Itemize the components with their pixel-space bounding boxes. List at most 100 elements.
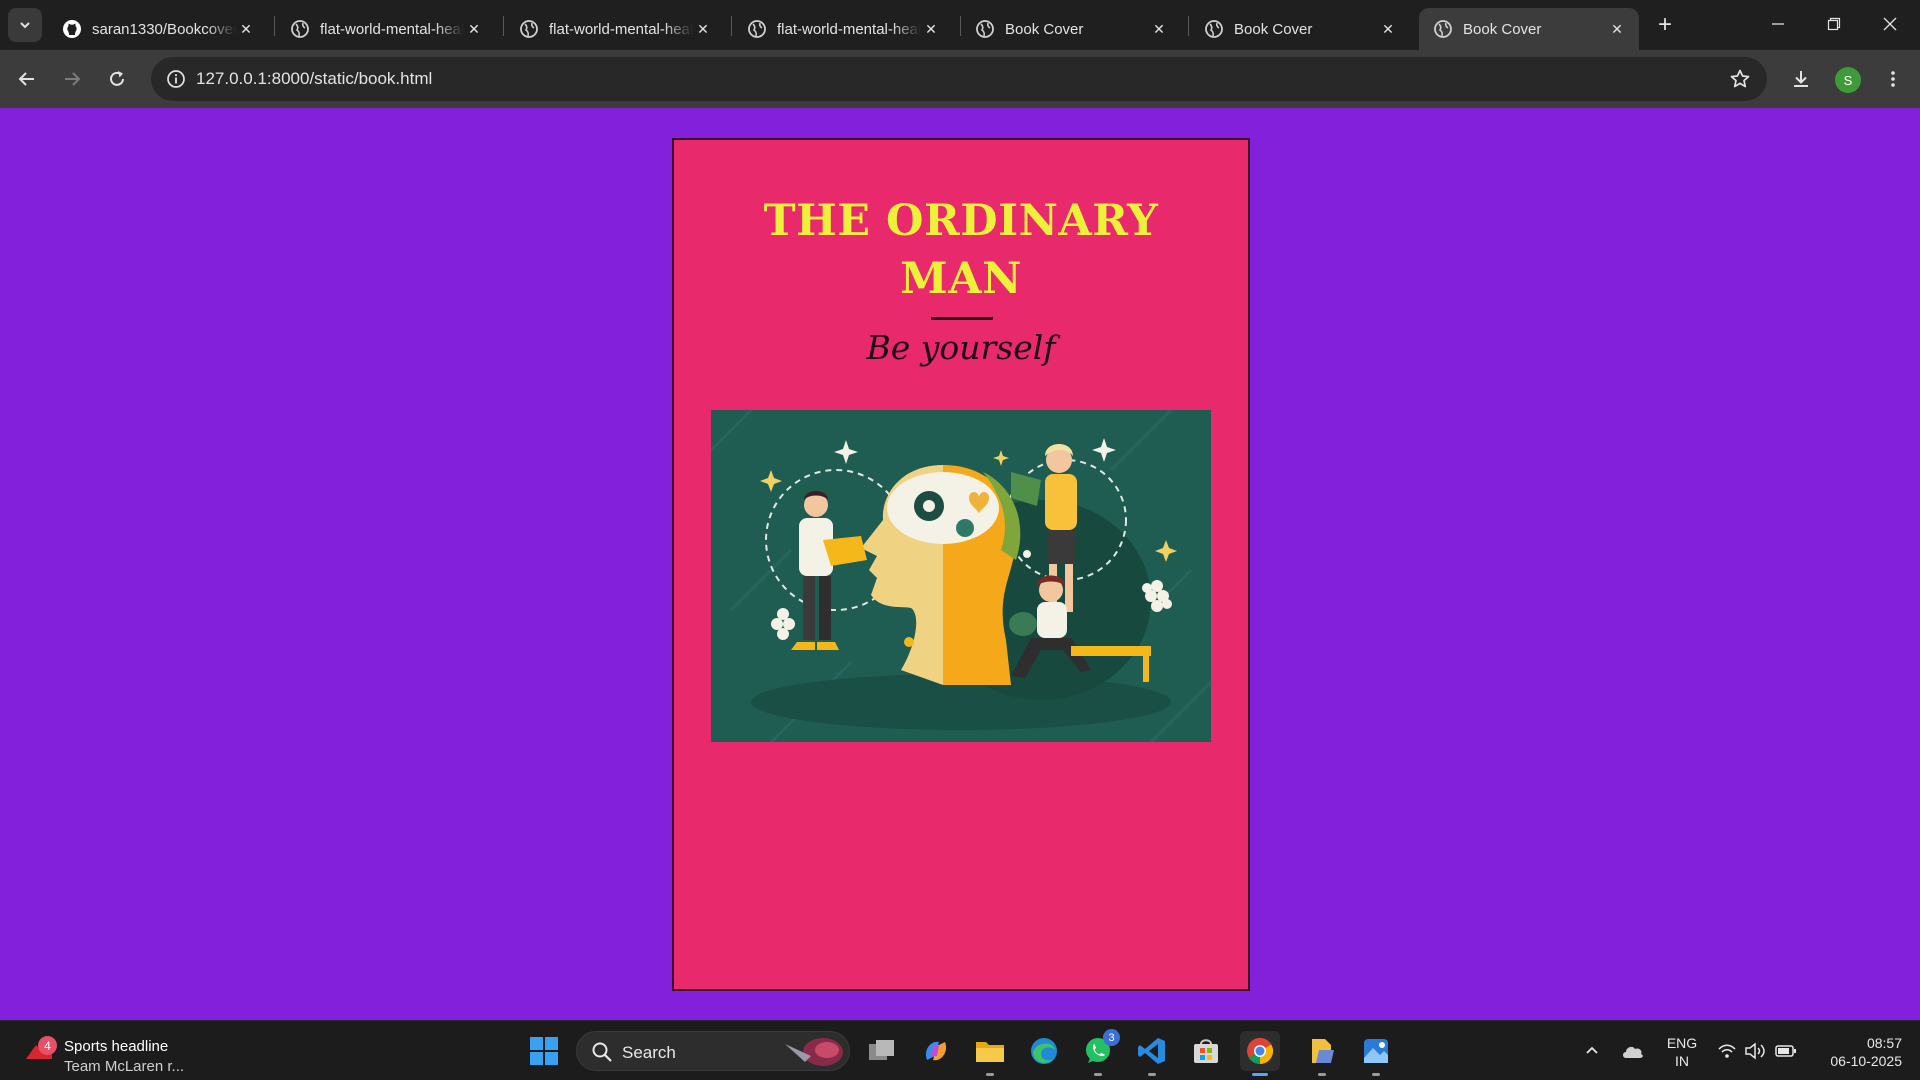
show-hidden-icons-button[interactable]	[1578, 1033, 1606, 1069]
forward-arrow-icon	[65, 72, 81, 86]
cloud-icon	[1623, 1046, 1643, 1058]
battery-status[interactable]	[1772, 1033, 1800, 1069]
volume-control[interactable]	[1742, 1033, 1768, 1069]
reload-button[interactable]	[100, 62, 134, 96]
browser-tab[interactable]: flat-world-mental-health ✕	[276, 8, 496, 50]
close-icon[interactable]: ✕	[693, 19, 713, 39]
globe-icon	[519, 19, 539, 39]
running-indicator	[1148, 1073, 1156, 1076]
tab-divider	[274, 16, 275, 36]
browser-menu-button[interactable]	[1876, 62, 1910, 96]
running-indicator	[986, 1073, 994, 1076]
site-info-icon[interactable]	[161, 64, 191, 94]
region-code: IN	[1675, 1053, 1689, 1069]
copilot-button[interactable]	[916, 1031, 956, 1071]
edge-button[interactable]	[1024, 1031, 1064, 1071]
network-status[interactable]	[1714, 1033, 1740, 1069]
close-icon[interactable]: ✕	[1607, 19, 1627, 39]
url-text[interactable]: 127.0.0.1:8000/static/book.html	[196, 69, 432, 89]
search-label: Search	[622, 1043, 676, 1062]
tab-title: Book Cover	[1234, 20, 1313, 38]
globe-icon	[747, 19, 767, 39]
close-icon	[1883, 17, 1897, 31]
copilot-icon	[925, 1041, 947, 1061]
start-button[interactable]	[524, 1031, 564, 1071]
close-icon[interactable]: ✕	[1378, 19, 1398, 39]
book-subtitle: Be yourself	[866, 328, 1056, 367]
tab-title: flat-world-mental-health	[320, 20, 464, 38]
search-highlight-icon	[785, 1038, 843, 1066]
vscode-icon	[1138, 1038, 1165, 1064]
taskbar: 4 Sports headline Team McLaren r... Sear…	[0, 1020, 1920, 1080]
close-icon[interactable]: ✕	[236, 19, 256, 39]
browser-tab[interactable]: Book Cover ✕	[961, 8, 1181, 50]
browser-tab-active[interactable]: Book Cover ✕	[1419, 8, 1639, 50]
news-widget[interactable]: 4 Sports headline Team McLaren r...	[22, 1029, 222, 1075]
title-divider	[931, 317, 993, 320]
whatsapp-button[interactable]: 3	[1078, 1029, 1120, 1076]
globe-icon	[1204, 19, 1224, 39]
tab-title: Book Cover	[1463, 20, 1542, 38]
notes-app-button[interactable]	[1302, 1031, 1342, 1076]
reload-icon	[110, 71, 124, 86]
download-icon	[1794, 71, 1808, 87]
tab-search-button[interactable]	[8, 8, 42, 42]
store-icon	[1194, 1039, 1218, 1063]
store-button[interactable]	[1186, 1031, 1226, 1071]
cover-illustration	[709, 408, 1213, 744]
back-button[interactable]	[10, 62, 44, 96]
running-indicator	[1318, 1073, 1326, 1076]
restore-button[interactable]	[1806, 0, 1862, 48]
windows-logo-icon	[530, 1037, 558, 1065]
tab-divider	[1188, 16, 1189, 36]
browser-tab[interactable]: saran1330/Bookcover ✕	[48, 8, 268, 50]
chrome-button[interactable]	[1240, 1031, 1280, 1076]
tab-title: flat-world-mental-health	[549, 20, 693, 38]
address-bar[interactable]: 127.0.0.1:8000/static/book.html	[151, 57, 1767, 101]
new-tab-button[interactable]: +	[1650, 10, 1680, 40]
taskbar-search[interactable]: Search	[576, 1031, 850, 1071]
speaker-icon	[1745, 1042, 1765, 1060]
battery-icon	[1775, 1045, 1796, 1057]
close-icon[interactable]: ✕	[464, 19, 484, 39]
forward-button[interactable]	[55, 62, 89, 96]
search-icon	[592, 1042, 612, 1062]
notification-badge: 4	[38, 1036, 57, 1055]
kebab-menu-icon	[1891, 71, 1895, 87]
book-title: THE ORDINARY MAN	[674, 192, 1248, 308]
tab-strip: saran1330/Bookcover ✕ flat-world-mental-…	[0, 0, 1920, 50]
news-detail: Team McLaren r...	[64, 1058, 185, 1075]
edge-icon	[1031, 1038, 1057, 1064]
bookmark-star-icon[interactable]	[1727, 66, 1753, 92]
browser-toolbar: 127.0.0.1:8000/static/book.html S	[0, 50, 1920, 108]
onedrive-button[interactable]	[1618, 1033, 1648, 1069]
back-arrow-icon	[18, 72, 34, 86]
input-language-indicator[interactable]: ENG IN	[1660, 1034, 1704, 1070]
window-close-button[interactable]	[1862, 0, 1918, 48]
vscode-button[interactable]	[1132, 1031, 1172, 1076]
globe-icon	[290, 19, 310, 39]
news-headline: Sports headline	[64, 1038, 169, 1055]
globe-icon	[1433, 19, 1453, 39]
running-indicator	[1094, 1073, 1102, 1076]
close-icon[interactable]: ✕	[1149, 19, 1169, 39]
file-explorer-button[interactable]	[970, 1031, 1010, 1076]
clock-date: 06-10-2025	[1830, 1053, 1902, 1069]
browser-tab[interactable]: flat-world-mental-health ✕	[505, 8, 725, 50]
file-icon	[1312, 1039, 1334, 1063]
photos-app-button[interactable]	[1356, 1031, 1396, 1076]
task-view-button[interactable]	[862, 1031, 902, 1071]
running-indicator	[1252, 1073, 1268, 1076]
profile-avatar[interactable]: S	[1835, 67, 1861, 93]
close-icon[interactable]: ✕	[921, 19, 941, 39]
wifi-icon	[1718, 1044, 1736, 1058]
downloads-button[interactable]	[1784, 62, 1818, 96]
book-cover: THE ORDINARY MAN Be yourself	[672, 138, 1250, 991]
system-clock[interactable]: 08:57 06-10-2025	[1812, 1034, 1902, 1070]
browser-tab[interactable]: Book Cover ✕	[1190, 8, 1410, 50]
book-title-line: THE ORDINARY	[763, 196, 1159, 246]
minimize-button[interactable]	[1750, 0, 1806, 48]
folder-icon	[976, 1042, 1004, 1062]
browser-tab[interactable]: flat-world-mental-health ✕	[733, 8, 953, 50]
tab-divider	[503, 16, 504, 36]
